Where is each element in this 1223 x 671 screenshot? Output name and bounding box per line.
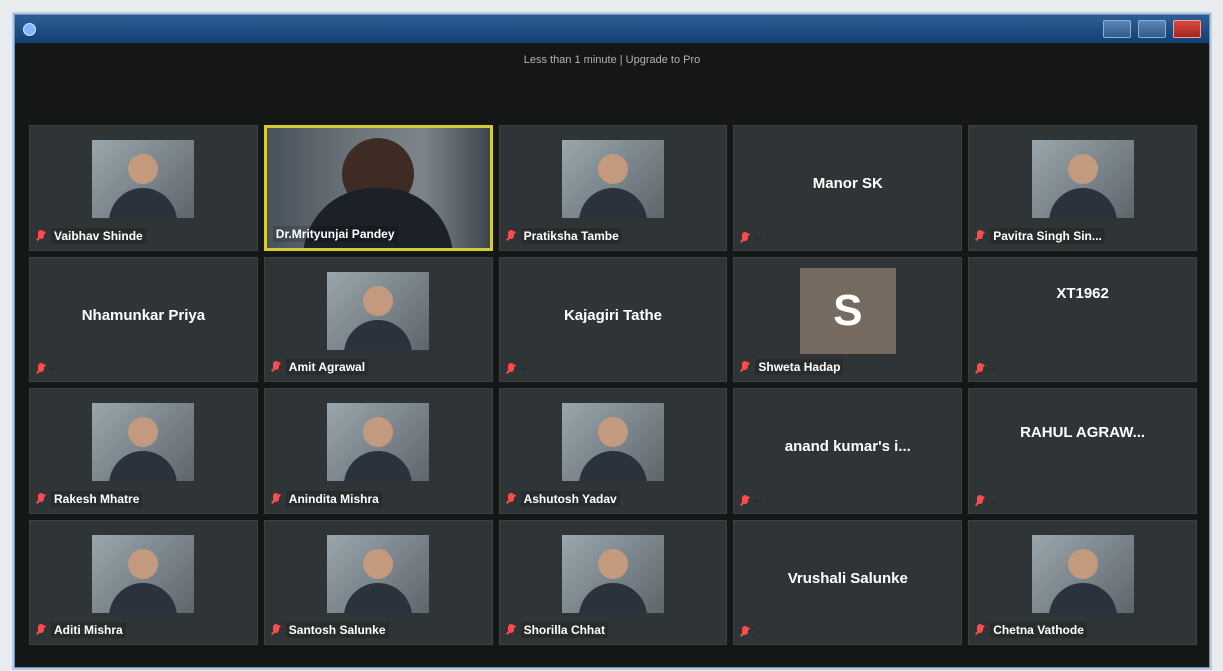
muted-mic-icon <box>36 363 46 375</box>
participant-name: Shorilla Chhat <box>520 622 608 638</box>
muted-mic-icon <box>271 624 281 636</box>
participant-display-name: Manor SK <box>812 175 883 193</box>
participant-name <box>755 236 762 239</box>
participant-tile[interactable]: Chetna Vathode <box>968 519 1197 645</box>
muted-mic-icon <box>36 492 46 505</box>
participant-tile[interactable]: Manor SK <box>733 125 963 251</box>
muted-mic-icon <box>271 361 281 373</box>
meeting-status-bar: Less than 1 minute | Upgrade to Pro <box>15 43 1209 77</box>
participant-tile[interactable]: Anindita Mishra <box>263 388 493 514</box>
participant-display-name: Nhamunkar Priya <box>81 306 206 324</box>
app-icon <box>23 23 36 36</box>
maximize-button[interactable] <box>1138 20 1166 38</box>
participant-name: Amit Agrawal <box>285 359 369 375</box>
participant-initial-avatar: S <box>799 267 896 354</box>
participant-tile[interactable]: RAHUL AGRAW... <box>968 388 1197 514</box>
muted-mic-icon <box>740 361 750 373</box>
muted-mic-icon <box>740 231 750 244</box>
participant-name: Anindita Mishra <box>285 490 382 507</box>
muted-mic-icon <box>506 229 516 242</box>
close-button[interactable] <box>1173 20 1201 38</box>
participant-photo <box>327 534 430 613</box>
participant-tile[interactable]: anand kumar's i... <box>733 388 963 514</box>
participant-name: Shweta Hadap <box>755 359 844 375</box>
participant-tile[interactable]: Nhamunkar Priya <box>29 256 258 382</box>
meeting-window: Less than 1 minute | Upgrade to Pro Vaib… <box>14 14 1210 668</box>
participant-tile[interactable]: Santosh Salunke <box>263 519 493 645</box>
muted-mic-icon <box>975 624 985 636</box>
minimize-button[interactable] <box>1103 20 1131 38</box>
participant-tile[interactable]: S Shweta Hadap <box>733 256 963 382</box>
participant-name: Rakesh Mhatre <box>51 490 143 507</box>
muted-mic-icon <box>271 492 281 505</box>
participant-tile[interactable]: Vaibhav Shinde <box>29 125 258 251</box>
participant-tile[interactable]: Pratiksha Tambe <box>498 125 728 251</box>
participant-name: Pratiksha Tambe <box>520 227 622 244</box>
participant-tile[interactable]: Shorilla Chhat <box>498 519 728 645</box>
participant-name: Dr.Mrityunjai Pandey <box>272 225 398 242</box>
muted-mic-icon <box>740 494 750 507</box>
participant-tile[interactable]: Ashutosh Yadav <box>498 388 728 514</box>
muted-mic-icon <box>506 492 516 505</box>
participant-name: Pavitra Singh Sin... <box>990 227 1105 244</box>
participant-tile[interactable]: Aditi Mishra <box>29 519 258 645</box>
participant-photo <box>92 534 195 613</box>
window-controls <box>1103 20 1201 38</box>
muted-mic-icon <box>36 624 46 636</box>
participant-photo <box>327 271 430 350</box>
participant-name <box>520 368 527 370</box>
participant-name: Chetna Vathode <box>990 622 1087 638</box>
participant-tile[interactable]: Pavitra Singh Sin... <box>968 125 1197 251</box>
participant-name <box>990 368 997 370</box>
participant-photo <box>92 140 195 218</box>
muted-mic-icon <box>975 229 985 242</box>
participant-photo <box>92 403 195 481</box>
participant-display-name: anand kumar's i... <box>784 438 911 456</box>
participant-display-name: Kajagiri Tathe <box>563 306 663 324</box>
participant-name <box>755 631 762 633</box>
muted-mic-icon <box>740 626 750 638</box>
participant-tile[interactable]: Kajagiri Tathe <box>498 256 728 382</box>
participant-photo <box>561 403 664 481</box>
participant-tile[interactable]: Amit Agrawal <box>263 256 493 382</box>
participant-name <box>51 368 57 370</box>
participant-tile-active-speaker[interactable]: Dr.Mrityunjai Pandey <box>263 125 493 251</box>
muted-mic-icon <box>506 624 516 636</box>
participant-name: Aditi Mishra <box>51 622 126 638</box>
participant-display-name: Vrushali Salunke <box>787 569 908 587</box>
participant-photo <box>561 140 664 218</box>
muted-mic-icon <box>975 494 985 507</box>
participant-photo <box>561 534 664 613</box>
muted-mic-icon <box>36 229 46 242</box>
participant-tile[interactable]: XT1962 <box>968 256 1197 382</box>
participant-tile[interactable]: Rakesh Mhatre <box>29 388 258 514</box>
participant-photo <box>327 403 430 481</box>
meeting-status-text[interactable]: Less than 1 minute | Upgrade to Pro <box>524 54 701 66</box>
participant-name <box>990 499 997 502</box>
participant-name: Ashutosh Yadav <box>520 490 620 507</box>
participant-photo <box>1031 534 1134 613</box>
participant-tile[interactable]: Vrushali Salunke <box>733 519 963 645</box>
muted-mic-icon <box>506 363 516 375</box>
muted-mic-icon <box>975 363 985 375</box>
participant-photo <box>1031 140 1134 218</box>
participant-display-name: RAHUL AGRAW... <box>1020 423 1146 441</box>
participant-name: Santosh Salunke <box>285 622 389 638</box>
participant-name <box>755 499 762 502</box>
participant-display-name: XT1962 <box>1056 284 1109 302</box>
title-bar <box>15 15 1209 43</box>
participant-name: Vaibhav Shinde <box>51 227 146 244</box>
participant-grid: Vaibhav Shinde Dr.Mrityunjai Pandey Prat… <box>29 125 1197 645</box>
